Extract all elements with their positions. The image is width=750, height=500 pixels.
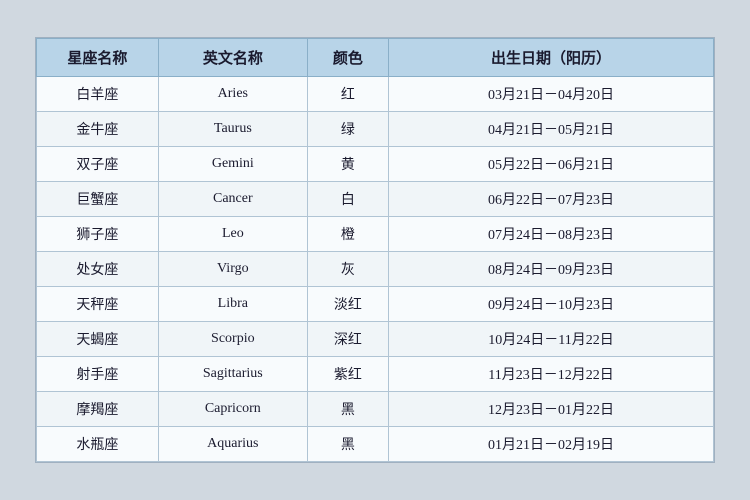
cell-chinese-name: 处女座 — [37, 252, 159, 287]
header-date: 出生日期（阳历） — [389, 39, 714, 77]
cell-chinese-name: 天蝎座 — [37, 322, 159, 357]
cell-chinese-name: 金牛座 — [37, 112, 159, 147]
zodiac-table: 星座名称 英文名称 颜色 出生日期（阳历） 白羊座Aries红03月21日－04… — [36, 38, 714, 462]
cell-date: 03月21日－04月20日 — [389, 77, 714, 112]
header-color: 颜色 — [307, 39, 388, 77]
zodiac-table-container: 星座名称 英文名称 颜色 出生日期（阳历） 白羊座Aries红03月21日－04… — [35, 37, 715, 463]
table-row: 巨蟹座Cancer白06月22日－07月23日 — [37, 182, 714, 217]
table-row: 水瓶座Aquarius黑01月21日－02月19日 — [37, 427, 714, 462]
cell-color: 橙 — [307, 217, 388, 252]
cell-date: 04月21日－05月21日 — [389, 112, 714, 147]
cell-chinese-name: 天秤座 — [37, 287, 159, 322]
table-row: 金牛座Taurus绿04月21日－05月21日 — [37, 112, 714, 147]
cell-english-name: Aquarius — [158, 427, 307, 462]
cell-date: 10月24日－11月22日 — [389, 322, 714, 357]
table-row: 射手座Sagittarius紫红11月23日－12月22日 — [37, 357, 714, 392]
cell-date: 05月22日－06月21日 — [389, 147, 714, 182]
table-row: 狮子座Leo橙07月24日－08月23日 — [37, 217, 714, 252]
cell-english-name: Libra — [158, 287, 307, 322]
cell-english-name: Virgo — [158, 252, 307, 287]
table-header-row: 星座名称 英文名称 颜色 出生日期（阳历） — [37, 39, 714, 77]
cell-color: 红 — [307, 77, 388, 112]
table-row: 白羊座Aries红03月21日－04月20日 — [37, 77, 714, 112]
cell-date: 09月24日－10月23日 — [389, 287, 714, 322]
cell-color: 淡红 — [307, 287, 388, 322]
cell-color: 绿 — [307, 112, 388, 147]
cell-date: 07月24日－08月23日 — [389, 217, 714, 252]
cell-color: 白 — [307, 182, 388, 217]
cell-english-name: Sagittarius — [158, 357, 307, 392]
cell-english-name: Cancer — [158, 182, 307, 217]
table-row: 摩羯座Capricorn黑12月23日－01月22日 — [37, 392, 714, 427]
table-row: 天秤座Libra淡红09月24日－10月23日 — [37, 287, 714, 322]
cell-english-name: Gemini — [158, 147, 307, 182]
cell-chinese-name: 射手座 — [37, 357, 159, 392]
cell-date: 12月23日－01月22日 — [389, 392, 714, 427]
cell-date: 06月22日－07月23日 — [389, 182, 714, 217]
cell-chinese-name: 白羊座 — [37, 77, 159, 112]
cell-color: 紫红 — [307, 357, 388, 392]
table-row: 天蝎座Scorpio深红10月24日－11月22日 — [37, 322, 714, 357]
header-english-name: 英文名称 — [158, 39, 307, 77]
cell-color: 黄 — [307, 147, 388, 182]
cell-chinese-name: 水瓶座 — [37, 427, 159, 462]
cell-color: 灰 — [307, 252, 388, 287]
table-row: 处女座Virgo灰08月24日－09月23日 — [37, 252, 714, 287]
cell-chinese-name: 狮子座 — [37, 217, 159, 252]
cell-english-name: Aries — [158, 77, 307, 112]
cell-english-name: Capricorn — [158, 392, 307, 427]
cell-chinese-name: 巨蟹座 — [37, 182, 159, 217]
cell-color: 深红 — [307, 322, 388, 357]
cell-color: 黑 — [307, 392, 388, 427]
cell-english-name: Scorpio — [158, 322, 307, 357]
cell-color: 黑 — [307, 427, 388, 462]
cell-date: 08月24日－09月23日 — [389, 252, 714, 287]
table-row: 双子座Gemini黄05月22日－06月21日 — [37, 147, 714, 182]
cell-english-name: Leo — [158, 217, 307, 252]
cell-chinese-name: 双子座 — [37, 147, 159, 182]
cell-chinese-name: 摩羯座 — [37, 392, 159, 427]
cell-english-name: Taurus — [158, 112, 307, 147]
header-chinese-name: 星座名称 — [37, 39, 159, 77]
cell-date: 11月23日－12月22日 — [389, 357, 714, 392]
cell-date: 01月21日－02月19日 — [389, 427, 714, 462]
